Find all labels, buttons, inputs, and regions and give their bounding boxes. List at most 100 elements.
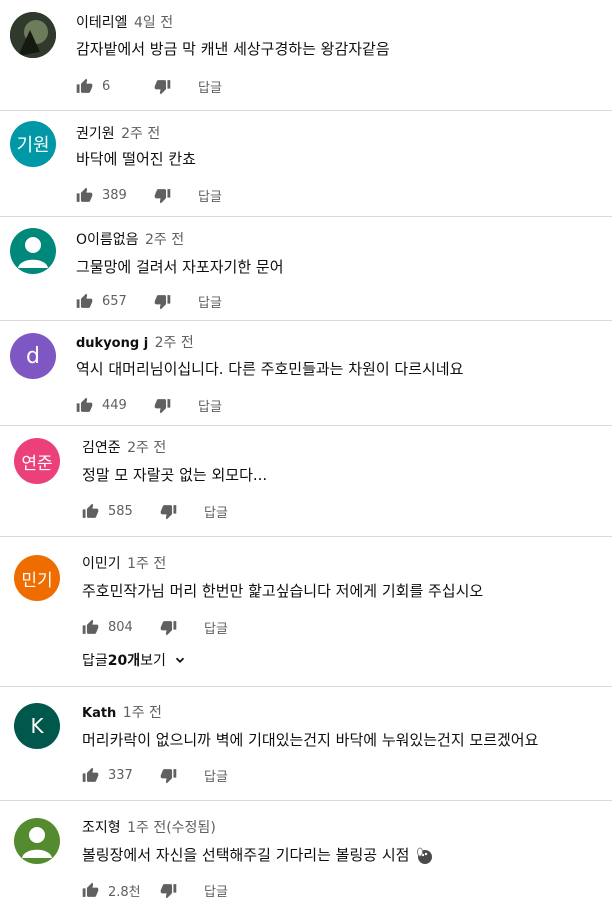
thumbs-down-icon[interactable] xyxy=(152,395,172,415)
thumbs-down-icon[interactable] xyxy=(158,880,178,900)
reply-button[interactable]: 답글 xyxy=(204,766,228,785)
comment-header: 김연준 2주 전 xyxy=(82,437,166,457)
comment-actions: 337 답글 xyxy=(80,763,228,787)
comment-actions: 2.8천 답글 xyxy=(80,878,228,902)
avatar[interactable]: d xyxy=(10,333,56,379)
reply-button[interactable]: 답글 xyxy=(198,292,222,311)
author-name[interactable]: Kath xyxy=(82,706,116,721)
comment-actions: 6 답글 xyxy=(74,74,222,98)
comment-header: Kath 1주 전 xyxy=(82,702,162,722)
author-name[interactable]: dukyong j xyxy=(76,336,148,351)
reply-button[interactable]: 답글 xyxy=(204,881,228,900)
thumbs-down-icon[interactable] xyxy=(158,501,178,521)
thumbs-up-icon[interactable] xyxy=(74,291,94,311)
like-count: 657 xyxy=(102,293,127,309)
comment-text: 정말 모 자랄곳 없는 외모다... xyxy=(82,466,268,484)
reply-button[interactable]: 답글 xyxy=(198,396,222,415)
bowling-emoji-icon xyxy=(414,846,434,866)
like-count: 337 xyxy=(108,767,133,783)
comment-actions: 389 답글 xyxy=(74,183,222,207)
avatar[interactable]: K xyxy=(14,703,60,749)
divider xyxy=(0,216,612,217)
comment-text-content: 볼링장에서 자신을 선택해주길 기다리는 볼링공 시점 xyxy=(82,846,410,864)
comment-text: 머리카락이 없으니까 벽에 기대있는건지 바닥에 누워있는건지 모르겠어요 xyxy=(82,731,539,749)
default-user-icon xyxy=(18,237,48,268)
divider xyxy=(0,686,612,687)
timestamp[interactable]: 1주 전(수정됨) xyxy=(127,820,216,836)
divider xyxy=(0,536,612,537)
thumbs-up-icon[interactable] xyxy=(80,617,100,637)
comment-text: 감자밭에서 방금 막 캐낸 세상구경하는 왕감자같음 xyxy=(76,40,390,58)
reply-button[interactable]: 답글 xyxy=(204,502,228,521)
timestamp[interactable]: 2주 전 xyxy=(127,440,166,456)
avatar[interactable]: 민기 xyxy=(14,555,60,601)
avatar-initials: 민기 xyxy=(21,570,53,591)
divider xyxy=(0,425,612,426)
avatar[interactable]: 연준 xyxy=(14,438,60,484)
thumbs-down-icon[interactable] xyxy=(152,185,172,205)
like-count: 449 xyxy=(102,397,127,413)
reply-button[interactable]: 답글 xyxy=(198,77,222,96)
view-replies-suffix: 보기 xyxy=(140,653,166,669)
comment-header: 조지형 1주 전(수정됨) xyxy=(82,817,216,837)
divider xyxy=(0,320,612,321)
author-name[interactable]: 김연준 xyxy=(82,440,121,456)
thumbs-down-icon[interactable] xyxy=(158,765,178,785)
comment-actions: 804 답글 xyxy=(80,615,228,639)
avatar[interactable] xyxy=(10,12,56,58)
comment-header: 권기원 2주 전 xyxy=(76,123,160,143)
view-replies-count: 20개 xyxy=(107,653,141,669)
avatar-initials: 연준 xyxy=(21,453,53,474)
timestamp[interactable]: 2주 전 xyxy=(121,126,160,142)
divider xyxy=(0,110,612,111)
avatar[interactable] xyxy=(10,228,56,274)
thumbs-down-icon[interactable] xyxy=(152,76,172,96)
comment-actions: 585 답글 xyxy=(80,499,228,523)
thumbs-down-icon[interactable] xyxy=(158,617,178,637)
avatar[interactable]: 기원 xyxy=(10,121,56,167)
thumbs-up-icon[interactable] xyxy=(80,765,100,785)
author-name[interactable]: 이민기 xyxy=(82,556,121,572)
timestamp[interactable]: 2주 전 xyxy=(145,232,184,248)
author-name[interactable]: O이름없음 xyxy=(76,232,139,248)
like-count: 389 xyxy=(102,187,127,203)
reply-button[interactable]: 답글 xyxy=(198,186,222,205)
avatar-initials: 기원 xyxy=(16,135,50,156)
view-replies-prefix: 답글 xyxy=(82,653,108,669)
avatar[interactable] xyxy=(14,818,60,864)
comment-header: dukyong j 2주 전 xyxy=(76,332,194,352)
avatar-initials: K xyxy=(30,714,44,738)
comment-actions: 449 답글 xyxy=(74,393,222,417)
view-replies-button[interactable]: 답글 20개 보기 xyxy=(82,650,190,670)
thumbs-up-icon[interactable] xyxy=(80,501,100,521)
timestamp[interactable]: 1주 전 xyxy=(127,556,166,572)
comment-header: 이민기 1주 전 xyxy=(82,553,166,573)
comment-text: 역시 대머리님이십니다. 다른 주호민들과는 차원이 다르시네요 xyxy=(76,360,464,378)
thumbs-up-icon[interactable] xyxy=(74,76,94,96)
reply-button[interactable]: 답글 xyxy=(204,618,228,637)
divider xyxy=(0,800,612,801)
default-user-icon xyxy=(22,827,52,858)
thumbs-down-icon[interactable] xyxy=(152,291,172,311)
comment-actions: 657 답글 xyxy=(74,289,222,313)
timestamp[interactable]: 2주 전 xyxy=(155,335,194,351)
thumbs-up-icon[interactable] xyxy=(80,880,100,900)
avatar-initials: d xyxy=(26,343,40,369)
like-count: 2.8천 xyxy=(108,884,141,900)
timestamp[interactable]: 1주 전 xyxy=(123,705,162,721)
timestamp[interactable]: 4일 전 xyxy=(134,15,173,31)
author-name[interactable]: 조지형 xyxy=(82,820,121,836)
like-count: 6 xyxy=(102,78,111,94)
like-count: 804 xyxy=(108,619,133,635)
author-name[interactable]: 이테리엘 xyxy=(76,15,128,31)
thumbs-up-icon[interactable] xyxy=(74,395,94,415)
chevron-down-icon xyxy=(170,650,190,670)
author-name[interactable]: 권기원 xyxy=(76,126,115,142)
comment-header: O이름없음 2주 전 xyxy=(76,229,184,249)
thumbs-up-icon[interactable] xyxy=(74,185,94,205)
comment-header: 이테리엘 4일 전 xyxy=(76,12,173,32)
comment-text: 바닥에 떨어진 칸쵸 xyxy=(76,150,196,168)
like-count: 585 xyxy=(108,503,133,519)
comment-text: 그물망에 걸려서 자포자기한 문어 xyxy=(76,258,284,276)
profile-photo-icon xyxy=(10,12,56,58)
